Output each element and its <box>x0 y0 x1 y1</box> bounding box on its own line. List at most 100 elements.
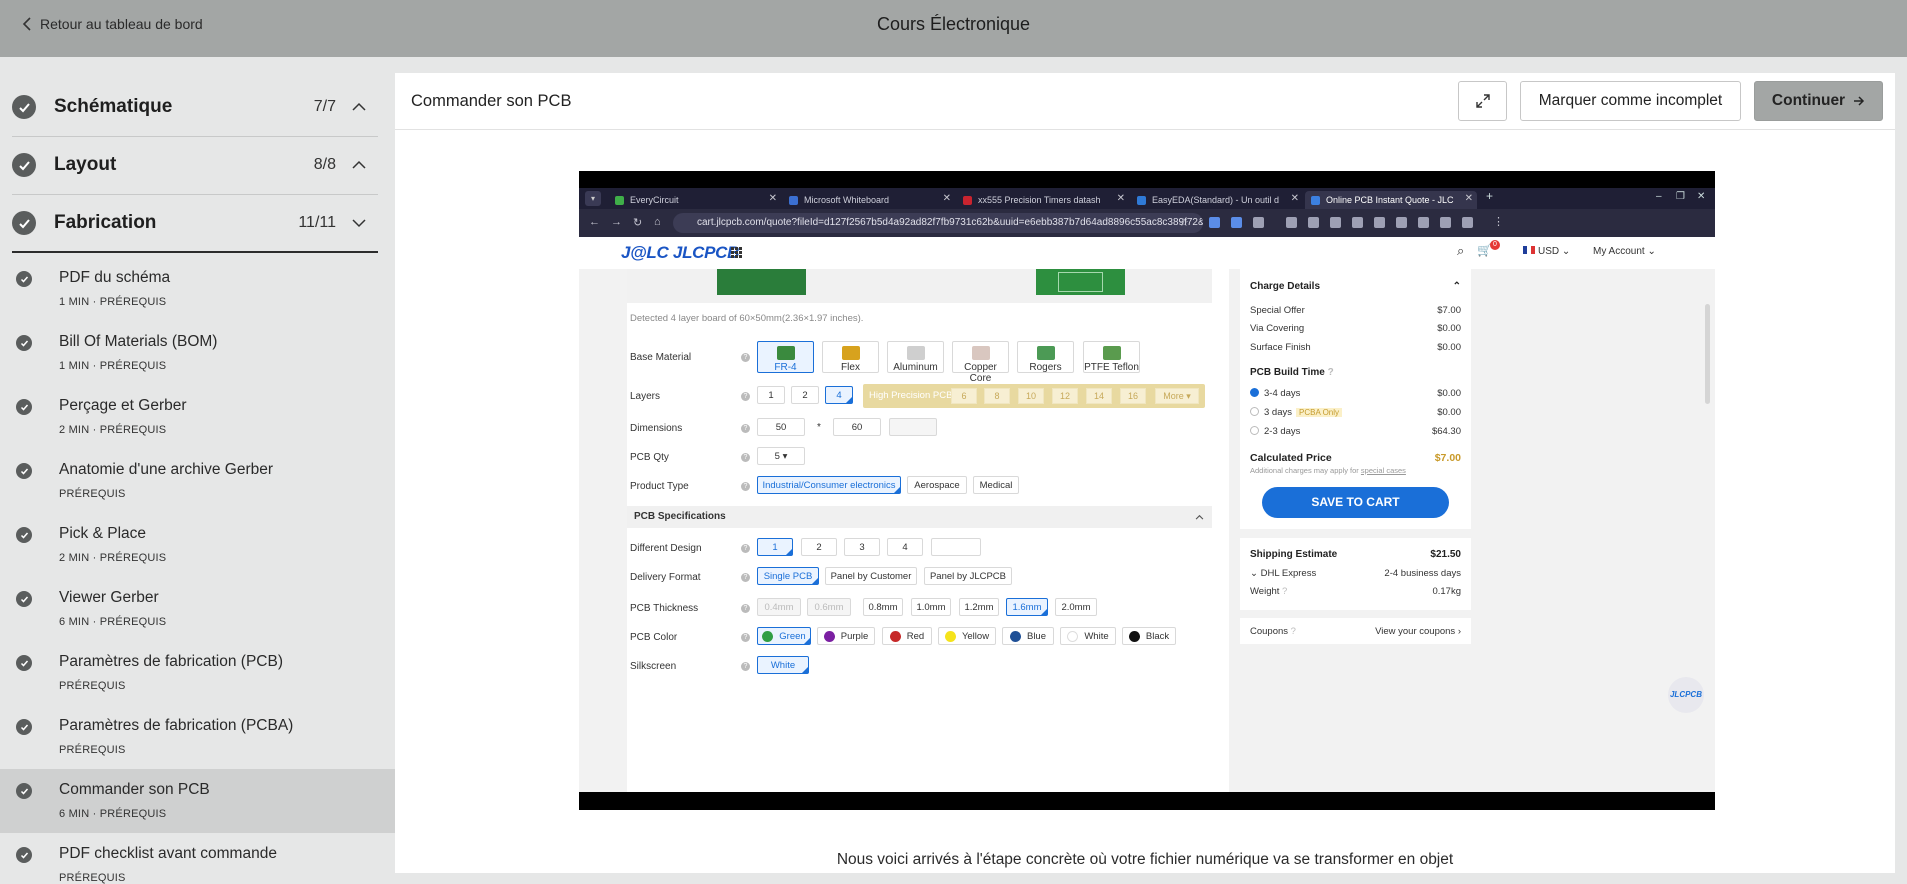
close-icon[interactable]: ✕ <box>1291 193 1299 204</box>
material-ptfe-option[interactable]: PTFE Teflon <box>1083 341 1140 373</box>
section-schematique[interactable]: Schématique 7/7 <box>12 78 378 136</box>
hp-layer-option[interactable]: 8 <box>984 388 1010 404</box>
help-icon[interactable]: ? <box>741 453 750 462</box>
hp-layer-option[interactable]: 6 <box>951 388 977 404</box>
thickness-option[interactable]: 1.2mm <box>959 598 999 616</box>
url-input[interactable]: cart.jlcpcb.com/quote?fileId=d127f2567b5… <box>673 213 1203 233</box>
dimension-width-input[interactable]: 50 <box>757 418 805 436</box>
material-aluminum-option[interactable]: Aluminum <box>887 341 944 373</box>
material-fr4-option[interactable]: FR-4 <box>757 341 814 373</box>
color-option[interactable]: Black <box>1122 627 1176 645</box>
pcb-specifications-header[interactable]: PCB Specifications <box>627 506 1212 528</box>
tab-search-icon[interactable]: ▾ <box>585 191 601 206</box>
color-option[interactable]: Yellow <box>938 627 996 645</box>
extension-icon[interactable] <box>1231 217 1242 228</box>
color-option[interactable]: Blue <box>1002 627 1054 645</box>
lesson-item[interactable]: Perçage et Gerber 2 MIN · PRÉREQUIS <box>0 385 395 449</box>
thickness-option[interactable]: 0.6mm <box>807 598 851 616</box>
hp-layer-option[interactable]: 14 <box>1086 388 1112 404</box>
my-account-menu[interactable]: My Account ⌄ <box>1593 246 1656 257</box>
thickness-option[interactable]: 1.0mm <box>911 598 951 616</box>
search-icon[interactable]: ⌕ <box>1457 243 1464 259</box>
design-count-option[interactable]: 2 <box>801 538 837 556</box>
browser-tab[interactable]: EveryCircuit ✕ <box>609 191 781 209</box>
delivery-option[interactable]: Panel by JLCPCB <box>924 567 1012 585</box>
lesson-item[interactable]: PDF checklist avant commande PRÉREQUIS <box>0 833 395 884</box>
help-icon[interactable]: ? <box>741 662 750 671</box>
thickness-option-selected[interactable]: 1.6mm <box>1006 598 1048 616</box>
jlcpcb-logo[interactable]: J@LC JLCPCB <box>621 243 739 263</box>
help-icon[interactable]: ? <box>741 633 750 642</box>
close-icon[interactable]: ✕ <box>1465 193 1473 204</box>
section-fabrication[interactable]: Fabrication 11/11 <box>12 194 378 252</box>
layer-option[interactable]: 1 <box>757 386 785 404</box>
view-coupons-link[interactable]: View your coupons › <box>1375 626 1461 637</box>
chevron-up-icon[interactable]: ⌃ <box>1453 281 1461 292</box>
back-arrow-icon[interactable]: ← <box>589 216 600 228</box>
extension-icon[interactable] <box>1253 217 1264 228</box>
extension-icon[interactable] <box>1352 217 1363 228</box>
extension-icon[interactable] <box>1418 217 1429 228</box>
chevron-up-icon[interactable] <box>352 160 366 170</box>
build-time-option-selected[interactable]: 3-4 days $0.00 <box>1250 388 1461 399</box>
window-close-icon[interactable]: ✕ <box>1697 191 1705 202</box>
browser-tab[interactable]: EasyEDA(Standard) - Un outil d ✕ <box>1131 191 1303 209</box>
build-time-option[interactable]: 3 days PCBA Only $0.00 <box>1250 407 1461 418</box>
close-icon[interactable]: ✕ <box>943 193 951 204</box>
charge-details-title[interactable]: Charge Details ⌃ <box>1250 281 1461 292</box>
help-icon[interactable]: ? <box>741 604 750 613</box>
close-icon[interactable]: ✕ <box>769 193 777 204</box>
help-icon[interactable]: ? <box>741 544 750 553</box>
product-type-option[interactable]: Aerospace <box>907 476 967 494</box>
help-icon[interactable]: ? <box>741 424 750 433</box>
thickness-option[interactable]: 0.8mm <box>863 598 903 616</box>
menu-kebab-icon[interactable]: ⋮ <box>1493 215 1504 228</box>
currency-select[interactable]: USD ⌄ <box>1523 246 1570 257</box>
help-icon[interactable]: ? <box>741 482 750 491</box>
forward-arrow-icon[interactable]: → <box>611 216 622 228</box>
dimension-height-input[interactable]: 60 <box>833 418 881 436</box>
material-flex-option[interactable]: Flex <box>822 341 879 373</box>
reload-icon[interactable]: ↻ <box>633 216 642 229</box>
design-count-input[interactable] <box>931 538 981 556</box>
chevron-up-icon[interactable] <box>1195 514 1204 520</box>
material-copper-core-option[interactable]: Copper Core <box>952 341 1009 384</box>
close-icon[interactable]: ✕ <box>1117 193 1125 204</box>
extension-icon[interactable] <box>1440 217 1451 228</box>
lesson-item[interactable]: Paramètres de fabrication (PCB) PRÉREQUI… <box>0 641 395 705</box>
delivery-option-selected[interactable]: Single PCB <box>757 567 819 585</box>
scrollbar[interactable] <box>1705 304 1710 404</box>
special-cases-link[interactable]: special cases <box>1361 466 1406 475</box>
hp-layer-option[interactable]: 10 <box>1018 388 1044 404</box>
star-icon[interactable]: ☆ <box>1179 216 1189 229</box>
lesson-item[interactable]: Bill Of Materials (BOM) 1 MIN · PRÉREQUI… <box>0 321 395 385</box>
save-to-cart-button[interactable]: SAVE TO CART <box>1262 487 1449 518</box>
extension-icon[interactable] <box>1462 217 1473 228</box>
build-time-option[interactable]: 2-3 days $64.30 <box>1250 426 1461 437</box>
lesson-item[interactable]: Viewer Gerber 6 MIN · PRÉREQUIS <box>0 577 395 641</box>
coupons-card[interactable]: Coupons ? View your coupons › <box>1240 618 1471 644</box>
product-type-option-selected[interactable]: Industrial/Consumer electronics <box>757 476 901 494</box>
design-count-option[interactable]: 4 <box>887 538 923 556</box>
silkscreen-option-selected[interactable]: White <box>757 656 809 674</box>
extension-icon[interactable] <box>1209 217 1220 228</box>
chevron-up-icon[interactable] <box>352 102 366 112</box>
help-icon[interactable]: ? <box>741 573 750 582</box>
video-player[interactable]: ▾ EveryCircuit ✕ Microsoft Whiteboard ✕ xx… <box>579 171 1715 810</box>
design-count-option-selected[interactable]: 1 <box>757 538 793 556</box>
lesson-item[interactable]: PDF du schéma 1 MIN · PRÉREQUIS <box>0 257 395 321</box>
lesson-item[interactable]: Anatomie d'une archive Gerber PRÉREQUIS <box>0 449 395 513</box>
material-rogers-option[interactable]: Rogers <box>1017 341 1074 373</box>
pcb-qty-select[interactable]: 5 ▾ <box>757 447 805 465</box>
lesson-item[interactable]: Paramètres de fabrication (PCBA) PRÉREQU… <box>0 705 395 769</box>
hp-layer-option[interactable]: 12 <box>1052 388 1078 404</box>
design-count-option[interactable]: 3 <box>844 538 880 556</box>
extension-icon[interactable] <box>1308 217 1319 228</box>
jlcpcb-chat-button[interactable]: JLCPCB <box>1668 677 1704 713</box>
more-layers-option[interactable]: More ▾ <box>1155 388 1199 404</box>
extension-icon[interactable] <box>1396 217 1407 228</box>
continue-button[interactable]: Continuer <box>1754 81 1883 121</box>
color-option[interactable]: White <box>1060 627 1116 645</box>
restore-icon[interactable]: ❐ <box>1676 191 1685 202</box>
extension-icon[interactable] <box>1374 217 1385 228</box>
